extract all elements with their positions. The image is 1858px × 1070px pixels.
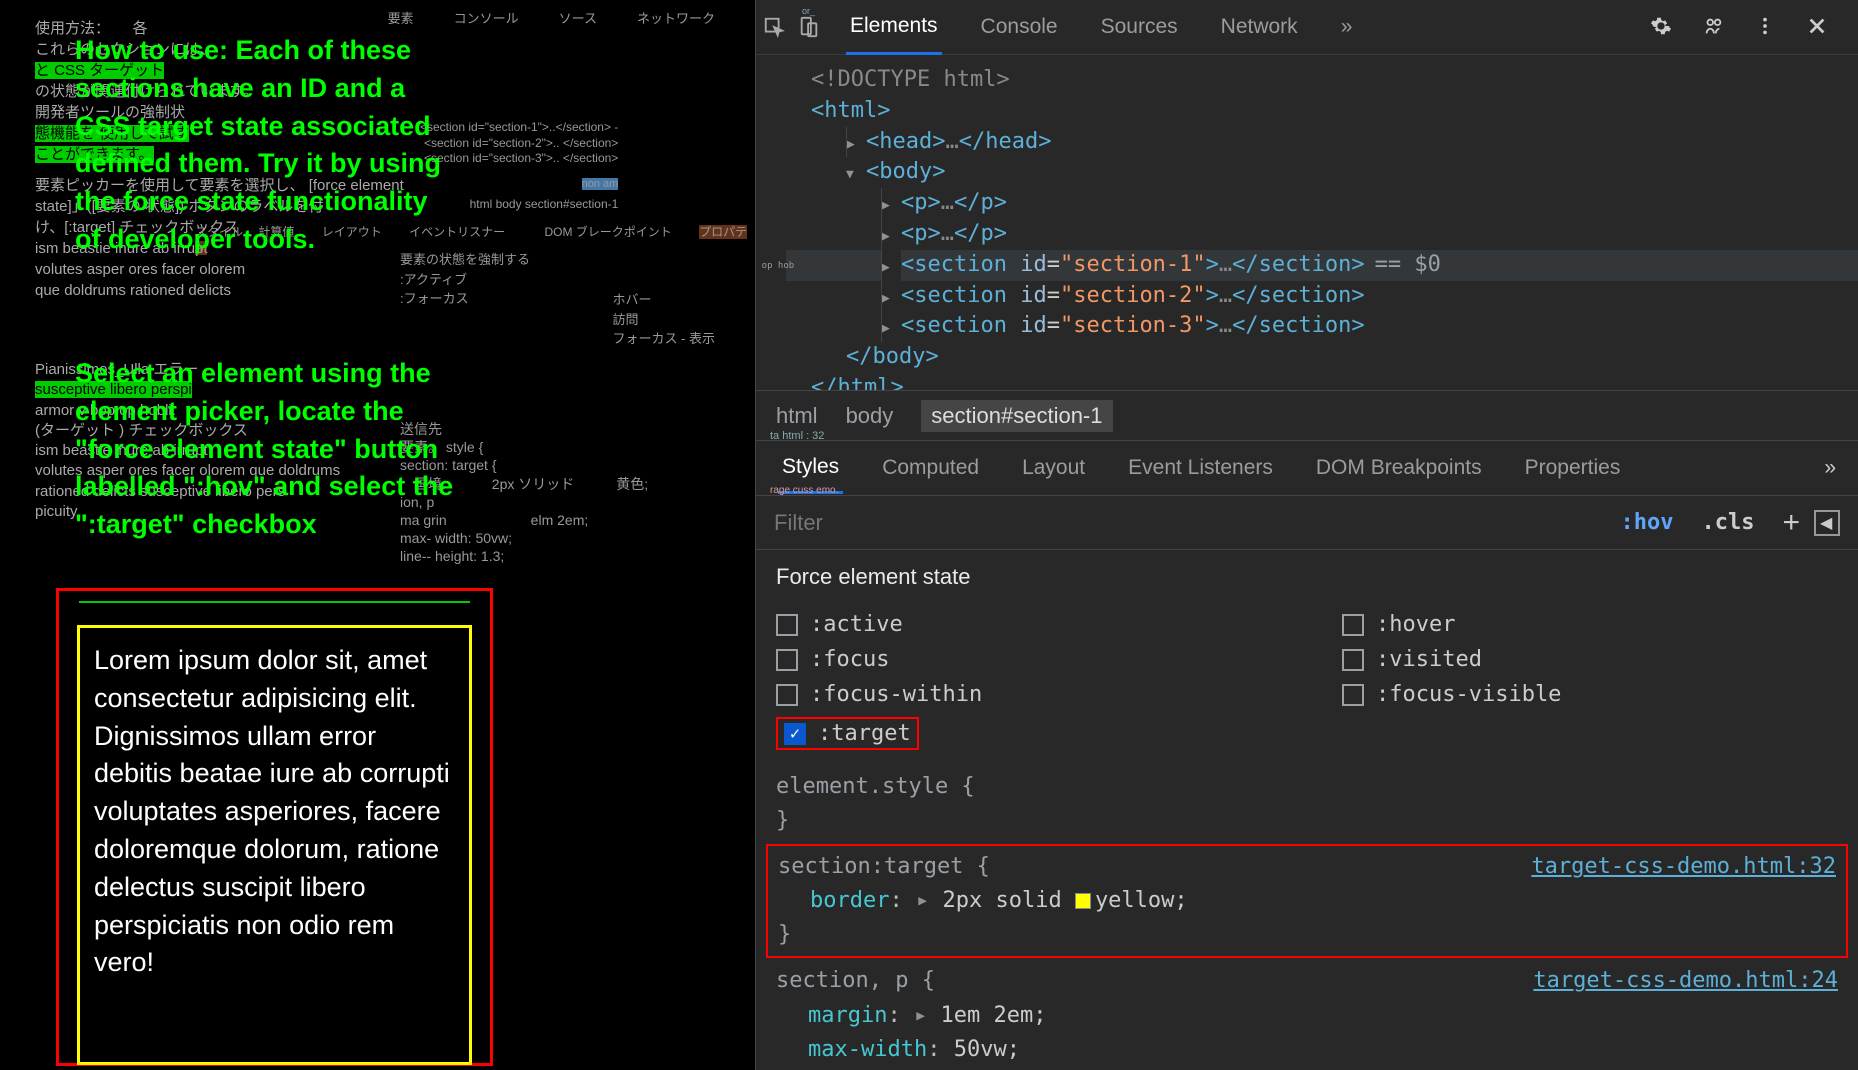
- kebab-icon[interactable]: [1754, 15, 1776, 40]
- device-badge: or_: [802, 6, 815, 16]
- expand-icon[interactable]: [881, 250, 901, 281]
- tab-sources[interactable]: Sources: [1097, 1, 1182, 53]
- styles-filter-input[interactable]: [774, 510, 1607, 536]
- checkbox-hover[interactable]: :hover: [1342, 612, 1838, 637]
- rule-element-style[interactable]: element.style { }: [776, 770, 1838, 838]
- expand-icon[interactable]: [846, 127, 866, 158]
- force-state-grid: :active :hover :focus :visited :focus-wi…: [756, 598, 1858, 758]
- devtools-panel: or_ Elements Console Sources Network » <…: [755, 0, 1858, 1070]
- jp-tab[interactable]: ソース: [559, 8, 597, 27]
- tiny-hint-2: rage cuss emo.: [770, 485, 838, 496]
- new-rule-button[interactable]: +: [1782, 506, 1800, 540]
- gear-icon[interactable]: [1650, 15, 1672, 40]
- collapse-icon[interactable]: [846, 157, 866, 188]
- rule-section-p[interactable]: section, p {target-css-demo.html:24 marg…: [776, 964, 1838, 1070]
- expand-icon[interactable]: [881, 219, 901, 250]
- tab-network[interactable]: Network: [1217, 1, 1302, 53]
- lorem-text: Lorem ipsum dolor sit, amet consectetur …: [94, 642, 455, 982]
- activity-icon[interactable]: [1702, 15, 1724, 40]
- inspect-icon[interactable]: [756, 16, 791, 38]
- jp-line: non am: [582, 178, 619, 190]
- tab-console[interactable]: Console: [977, 1, 1062, 53]
- dom-hint: == $0: [1375, 252, 1441, 277]
- close-icon[interactable]: [1806, 15, 1828, 40]
- expand-icon[interactable]: [881, 188, 901, 219]
- checkbox-visited[interactable]: :visited: [1342, 647, 1838, 672]
- force-state-heading: Force element state: [756, 550, 1858, 598]
- jp-crumb-mini: html body section#section-1: [420, 197, 618, 213]
- source-link[interactable]: target-css-demo.html:24: [1533, 964, 1838, 998]
- jp-tab[interactable]: ネットワーク: [637, 8, 715, 27]
- jp-dom-mini: <section id="section-1">..</section> - <…: [420, 120, 618, 213]
- jp-line: volutes asper ores facer olorem: [35, 259, 404, 280]
- tab-event-listeners[interactable]: Event Listeners: [1124, 444, 1277, 492]
- checkbox-focus-within[interactable]: :focus-within: [776, 682, 1272, 707]
- instruction-1: How to use: Each of these sections have …: [75, 32, 445, 259]
- breadcrumb: html body section#section-1: [756, 390, 1858, 440]
- cls-button[interactable]: .cls: [1701, 510, 1754, 535]
- tab-layout[interactable]: Layout: [1018, 444, 1089, 492]
- devtools-toolbar: or_ Elements Console Sources Network »: [756, 0, 1858, 55]
- jp-line: <section id="section-2">.. </section>: [420, 136, 618, 152]
- device-icon[interactable]: or_: [791, 16, 826, 38]
- crumb-html[interactable]: html: [776, 403, 818, 429]
- sidebar-toggle-icon[interactable]: [1814, 510, 1840, 536]
- tiny-label: bop op hob: [756, 260, 794, 273]
- source-link[interactable]: target-css-demo.html:32: [1531, 850, 1836, 884]
- rule-section-target[interactable]: section:target {target-css-demo.html:32 …: [766, 844, 1848, 958]
- jp-line: <section id="section-3">.. </section>: [420, 151, 618, 167]
- hov-button[interactable]: :hov: [1621, 510, 1674, 535]
- style-rules: element.style { } section:target {target…: [756, 758, 1858, 1070]
- crumb-body[interactable]: body: [846, 403, 894, 429]
- devtools-tabs: Elements Console Sources Network »: [846, 0, 1356, 54]
- jp-tab[interactable]: コンソール: [454, 8, 519, 27]
- tab-dom-breakpoints[interactable]: DOM Breakpoints: [1312, 444, 1486, 492]
- dom-doctype: <!DOCTYPE html>: [811, 67, 1010, 92]
- filter-bar: :hov .cls +: [756, 495, 1858, 550]
- jp-line: que doldrums rationed delicts: [35, 280, 404, 301]
- tab-elements[interactable]: Elements: [846, 0, 942, 55]
- tab-more[interactable]: »: [1337, 1, 1357, 53]
- tab-computed[interactable]: Computed: [878, 444, 983, 492]
- expand-icon[interactable]: [881, 311, 901, 342]
- dom-tree[interactable]: <!DOCTYPE html> <html> <head>…</head> <b…: [756, 55, 1858, 390]
- dom-html-open[interactable]: <html>: [811, 98, 890, 123]
- yellow-target-box: Lorem ipsum dolor sit, amet consectetur …: [77, 625, 472, 1065]
- expand-icon[interactable]: [881, 281, 901, 312]
- devtools-toolbar-right: [1650, 15, 1858, 40]
- jp-line: <section id="section-1">..</section> -: [420, 120, 618, 136]
- checkbox-target[interactable]: :target: [784, 721, 911, 746]
- green-divider: [79, 601, 470, 603]
- crumb-section[interactable]: section#section-1: [921, 400, 1112, 432]
- checkbox-focus[interactable]: :focus: [776, 647, 1272, 672]
- color-swatch[interactable]: [1075, 893, 1091, 909]
- tab-properties[interactable]: Properties: [1521, 444, 1625, 492]
- tab-more[interactable]: »: [1824, 456, 1836, 480]
- jp-force-mini-right: ホバー 訪問 フォーカス - 表示: [612, 290, 715, 349]
- dom-selected-section-1[interactable]: bop op hob <section id="section-1">…</se…: [786, 250, 1858, 281]
- instruction-2: Select an element using the element pick…: [75, 355, 455, 544]
- checkbox-focus-visible[interactable]: :focus-visible: [1342, 682, 1838, 707]
- styles-pane-tabs: Styles Computed Layout Event Listeners D…: [756, 440, 1858, 495]
- checkbox-active[interactable]: :active: [776, 612, 1272, 637]
